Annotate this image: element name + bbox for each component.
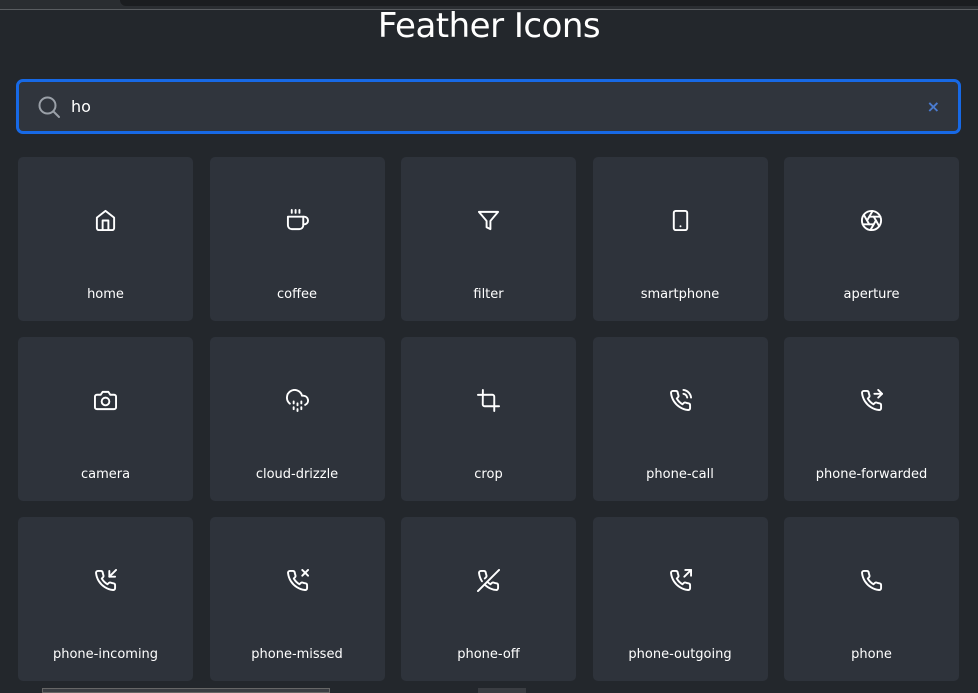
icon-grid: home coffee filter smartphone aperture camera… (18, 157, 959, 681)
icon-card-phone-off[interactable]: phone-off (401, 517, 576, 681)
search-box: × (16, 79, 961, 134)
page-title: Feather Icons (377, 6, 601, 46)
icon-card-camera[interactable]: camera (18, 337, 193, 501)
phone-missed-icon (286, 569, 309, 591)
icon-label: phone-call (646, 467, 714, 482)
icon-card-phone[interactable]: phone (784, 517, 959, 681)
home-icon (95, 209, 116, 232)
icon-card-phone-outgoing[interactable]: phone-outgoing (592, 517, 768, 681)
icon-label: phone-missed (251, 647, 343, 662)
icon-label: camera (80, 467, 131, 482)
icon-label: crop (474, 467, 503, 482)
phone-off-icon (477, 569, 500, 592)
cloud-drizzle-icon (285, 389, 309, 412)
phone-call-icon (669, 389, 692, 411)
icon-card-aperture[interactable]: aperture (784, 157, 959, 321)
icon-label: phone-outgoing (628, 647, 732, 662)
icon-label: home (87, 287, 124, 302)
phone-icon (861, 569, 883, 591)
icon-label: phone-forwarded (815, 467, 928, 482)
aperture-icon (860, 209, 883, 232)
smartphone-icon (672, 209, 688, 232)
search-icon (38, 96, 60, 118)
icon-card-phone-call[interactable]: phone-call (592, 337, 768, 501)
phone-incoming-icon (95, 569, 117, 591)
icon-label: cloud-drizzle (255, 467, 339, 482)
icon-label: phone-off (457, 647, 520, 662)
icon-label: filter (473, 287, 504, 302)
icon-label: aperture (843, 287, 900, 302)
icon-card-coffee[interactable]: coffee (209, 157, 385, 321)
icon-label: smartphone (640, 287, 720, 302)
icon-card-filter[interactable]: filter (401, 157, 576, 321)
icon-card-smartphone[interactable]: smartphone (592, 157, 768, 321)
icon-card-phone-forwarded[interactable]: phone-forwarded (784, 337, 959, 501)
icon-card-cloud-drizzle[interactable]: cloud-drizzle (209, 337, 385, 501)
camera-icon (94, 390, 117, 411)
icon-card-crop[interactable]: crop (401, 337, 576, 501)
icon-label: phone-incoming (52, 647, 159, 662)
icon-label: coffee (276, 287, 318, 302)
icon-card-home[interactable]: home (18, 157, 193, 321)
icon-label: phone (851, 647, 892, 662)
horizontal-scrollbar[interactable] (42, 688, 330, 693)
search-input[interactable] (71, 97, 927, 116)
phone-forwarded-icon (861, 389, 883, 411)
icon-card-phone-missed[interactable]: phone-missed (209, 517, 385, 681)
filter-icon (477, 210, 500, 231)
coffee-icon (286, 209, 309, 231)
icon-card-phone-incoming[interactable]: phone-incoming (18, 517, 193, 681)
phone-outgoing-icon (669, 569, 692, 591)
crop-icon (477, 389, 500, 412)
scroll-thumb[interactable] (478, 688, 526, 693)
clear-search-button[interactable]: × (927, 97, 940, 116)
